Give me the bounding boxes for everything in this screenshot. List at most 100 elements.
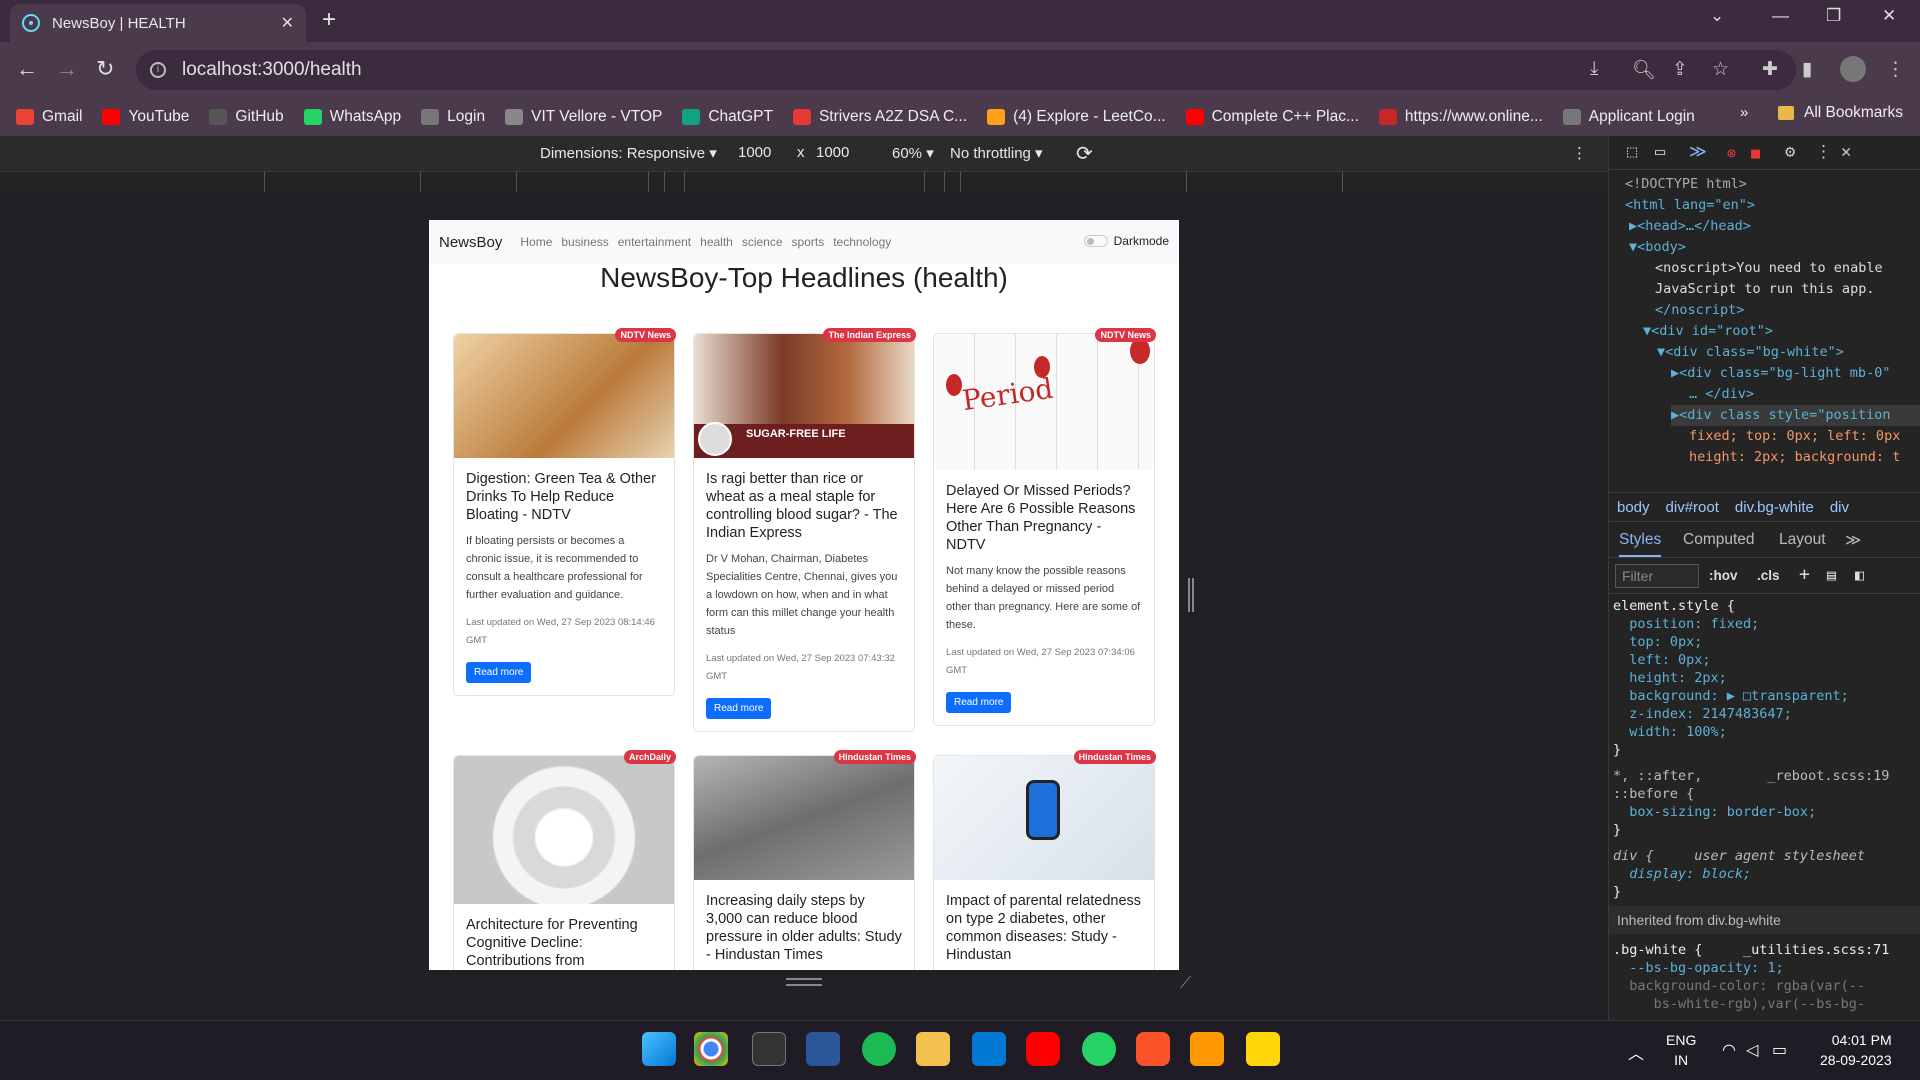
file-explorer-icon[interactable] [916,1032,950,1066]
read-more-button[interactable]: Read more [706,698,772,719]
viewport-resize-handle-right[interactable] [1188,578,1194,612]
bookmark-item[interactable]: YouTube [102,108,189,126]
nav-business[interactable]: business [561,235,608,249]
read-more-button[interactable]: Read more [946,692,1012,713]
breadcrumb-item[interactable]: body [1617,499,1650,516]
paint-icon[interactable]: ▤ [1827,566,1836,584]
css-line[interactable]: box-sizing: border-box; [1613,802,1816,823]
bookmark-item[interactable]: WhatsApp [303,108,401,126]
dom-line[interactable]: </noscript> [1655,300,1744,321]
dom-line[interactable]: ▼<div class="bg-white"> [1657,342,1844,363]
bookmark-item[interactable]: GitHub [209,108,284,126]
spotify-icon[interactable] [862,1032,896,1066]
dom-line[interactable]: <!DOCTYPE html> [1625,174,1747,195]
tab-layout[interactable]: Layout [1779,531,1826,549]
battery-icon[interactable]: ▭ [1772,1040,1787,1060]
start-icon[interactable] [642,1032,676,1066]
dom-line[interactable]: … </div> [1689,384,1754,405]
all-bookmarks[interactable]: All Bookmarks [1778,104,1903,122]
nav-science[interactable]: science [742,235,783,249]
viewport-resize-handle-bottom[interactable] [786,978,822,986]
bookmark-item[interactable]: Login [421,108,485,126]
breadcrumb-item[interactable]: div.bg-white [1735,499,1814,516]
darkmode-toggle[interactable]: Darkmode [1083,234,1169,248]
sidebar-toggle-icon[interactable]: ◧ [1855,566,1864,584]
device-more-icon[interactable]: ⋮ [1572,144,1587,162]
breadcrumb-item[interactable]: div#root [1666,499,1719,516]
dimensions-dropdown[interactable]: Dimensions: Responsive ▾ [540,144,717,162]
sticky-notes-icon[interactable] [1246,1032,1280,1066]
dom-line[interactable]: ▼<body> [1629,237,1686,258]
inspect-icon[interactable]: ⬚ [1627,142,1637,162]
height-input[interactable]: 1000 [816,144,849,161]
chrome-icon[interactable] [694,1032,728,1066]
bookmark-item[interactable]: Strivers A2Z DSA C... [792,108,967,126]
sublime-icon[interactable] [1190,1032,1224,1066]
back-icon[interactable]: ← [16,56,38,82]
close-tab-icon[interactable]: ✕ [281,13,294,33]
tray-chevron-icon[interactable]: ︿ [1628,1040,1644,1064]
cls-toggle[interactable]: .cls [1757,568,1780,583]
toggle-switch[interactable] [1083,235,1108,247]
bookmark-item[interactable]: ChatGPT [682,108,773,126]
close-devtools-icon[interactable]: ✕ [1841,142,1851,162]
tab-computed[interactable]: Computed [1683,531,1755,549]
bookmark-item[interactable]: Gmail [16,108,82,126]
install-icon[interactable]: ⤓ [1590,58,1598,80]
youtube-icon[interactable] [1026,1032,1060,1066]
add-rule-icon[interactable]: + [1799,564,1810,585]
info-icon[interactable]: i [150,62,166,78]
read-more-button[interactable]: Read more [466,662,532,683]
volume-icon[interactable]: ◁ [1746,1040,1758,1060]
menu-icon[interactable]: ⋮ [1886,58,1905,81]
system-clock[interactable]: 04:01 PM 28-09-2023 [1820,1030,1892,1070]
dom-line[interactable]: ▶<div class="bg-light mb-0" [1671,363,1890,384]
rotate-icon[interactable]: ⟳ [1076,141,1093,166]
nav-technology[interactable]: technology [833,235,891,249]
more-bookmarks-icon[interactable]: » [1740,104,1748,121]
error-icon[interactable]: ⊗ [1727,144,1736,162]
nav-health[interactable]: health [700,235,733,249]
dom-line[interactable]: fixed; top: 0px; left: 0px [1689,426,1900,447]
close-window-button[interactable]: ✕ [1882,6,1896,26]
more-tabs-icon[interactable]: ≫ [1845,531,1861,550]
tab-search-icon[interactable]: ⌄ [1710,6,1724,26]
word-icon[interactable] [806,1032,840,1066]
address-bar[interactable]: i localhost:3000/health [136,50,1796,90]
devtools-menu-icon[interactable]: ⋮ [1815,142,1832,162]
nav-home[interactable]: Home [520,235,552,249]
site-brand[interactable]: NewsBoy [439,234,502,251]
viewport-resize-handle-corner[interactable]: ⟋ [1180,975,1191,993]
settings-gear-icon[interactable]: ⚙ [1785,142,1795,162]
dom-line[interactable]: <html lang="en"> [1625,195,1755,216]
nav-sports[interactable]: sports [792,235,825,249]
bookmark-item[interactable]: VIT Vellore - VTOP [505,108,662,126]
language-indicator[interactable]: ENG IN [1666,1030,1696,1070]
issues-icon[interactable]: ■ [1751,144,1760,162]
terminal-icon[interactable] [752,1032,786,1066]
css-line[interactable]: bs-white-rgb),var(--bs-bg- [1613,994,1865,1015]
bookmark-item[interactable]: (4) Explore - LeetCo... [987,108,1166,126]
width-input[interactable]: 1000 [738,144,771,161]
minimize-button[interactable]: — [1772,6,1789,26]
css-line[interactable]: width: 100%; [1613,722,1727,743]
throttling-dropdown[interactable]: No throttling ▾ [950,144,1043,162]
dom-line[interactable]: height: 2px; background: t [1689,447,1900,468]
breadcrumb-item[interactable]: div [1830,499,1849,516]
dom-line[interactable]: ▼<div id="root"> [1643,321,1773,342]
share-icon[interactable]: ⇪ [1672,58,1688,81]
bookmark-item[interactable]: https://www.online... [1378,108,1543,126]
more-panels-icon[interactable]: ≫ [1689,142,1707,162]
dom-line[interactable]: <noscript>You need to enable [1655,258,1883,279]
bookmark-item[interactable]: Complete C++ Plac... [1185,108,1359,126]
zoom-icon[interactable]: 🔍︎ [1632,58,1656,82]
dom-line-selected[interactable]: ▶<div class style="position [1671,405,1920,426]
browser-tab[interactable]: NewsBoy | HEALTH ✕ [10,4,306,42]
device-toggle-icon[interactable]: ▭ [1655,142,1665,162]
extensions-icon[interactable]: ✚ [1762,58,1778,81]
bookmark-item[interactable]: Applicant Login [1562,108,1695,126]
whatsapp-icon[interactable] [1082,1032,1116,1066]
filter-input[interactable]: Filter [1615,564,1699,588]
tab-styles[interactable]: Styles [1619,531,1662,557]
dom-line[interactable]: JavaScript to run this app. [1655,279,1874,300]
